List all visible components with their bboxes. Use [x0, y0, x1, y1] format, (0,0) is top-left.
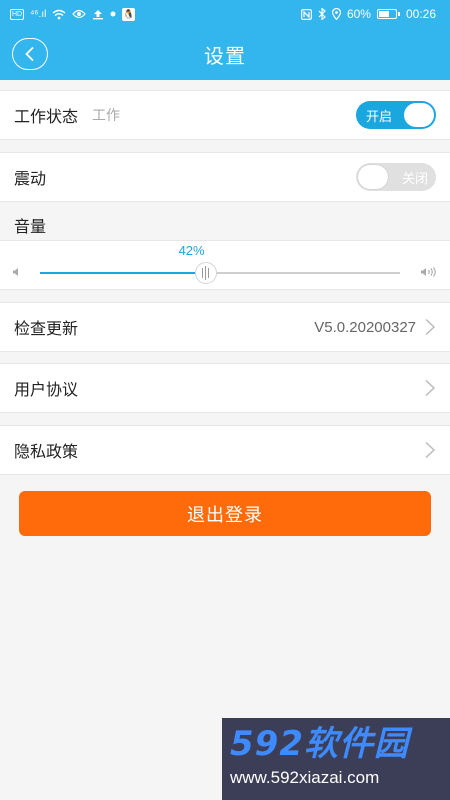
watermark-url: www.592xiazai.com [230, 768, 380, 787]
wifi-icon [52, 9, 66, 19]
nfc-icon [300, 8, 312, 20]
signal-icon: ⁴⁶.ıl [30, 8, 47, 20]
toggle-knob [404, 103, 434, 127]
eye-icon [72, 9, 87, 19]
vibrate-row: 震动 关闭 [0, 152, 450, 202]
volume-label: 音量 [14, 217, 47, 236]
watermark-brand: 592软件园 [230, 724, 409, 764]
check-update-label: 检查更新 [14, 319, 79, 338]
dot-icon [110, 11, 116, 17]
hd-badge: HD [10, 8, 25, 20]
toggle-label: 开启 [366, 109, 393, 125]
user-agreement-label: 用户协议 [14, 380, 79, 399]
qq-icon: 🐧 [122, 7, 136, 21]
user-agreement-row[interactable]: 用户协议 [0, 363, 450, 413]
watermark: 592软件园 www.592xiazai.com [222, 718, 450, 800]
chevron-right-icon [425, 318, 436, 336]
clock: 00:26 [405, 7, 436, 21]
toggle-label: 关闭 [401, 171, 428, 187]
work-status-label: 工作状态 [14, 107, 79, 126]
back-button[interactable] [12, 38, 48, 70]
volume-card: 42% [0, 240, 450, 290]
status-bar: HD ⁴⁶.ıl 🐧 60% 00:26 [0, 0, 450, 28]
vibrate-label: 震动 [14, 169, 47, 188]
volume-slider[interactable] [40, 262, 400, 284]
volume-low-icon [13, 268, 18, 276]
battery-percent: 60% [346, 7, 371, 21]
work-status-toggle[interactable]: 开启 [356, 101, 436, 129]
logout-button[interactable]: 退出登录 [19, 491, 431, 536]
check-update-row[interactable]: 检查更新 V5.0.20200327 [0, 302, 450, 352]
location-icon [331, 8, 341, 20]
page-title: 设置 [204, 43, 246, 68]
chevron-right-icon [425, 379, 436, 397]
work-status-value: 工作 [92, 108, 121, 124]
bluetooth-icon [318, 8, 326, 20]
chevron-left-icon [25, 46, 34, 62]
privacy-policy-row[interactable]: 隐私政策 [0, 425, 450, 475]
chevron-right-icon [425, 441, 436, 459]
header: 设置 [0, 28, 450, 80]
volume-fill [40, 272, 206, 274]
privacy-policy-label: 隐私政策 [14, 442, 79, 461]
volume-thumb[interactable] [194, 262, 217, 284]
work-status-row: 工作状态 工作 开启 [0, 90, 450, 140]
vibrate-toggle[interactable]: 关闭 [356, 163, 436, 191]
toggle-knob [358, 165, 388, 189]
upload-icon [93, 9, 104, 19]
version-text: V5.0.20200327 [314, 318, 416, 336]
battery-icon [376, 9, 400, 19]
volume-high-icon [421, 267, 436, 277]
volume-percent: 42% [178, 243, 205, 258]
